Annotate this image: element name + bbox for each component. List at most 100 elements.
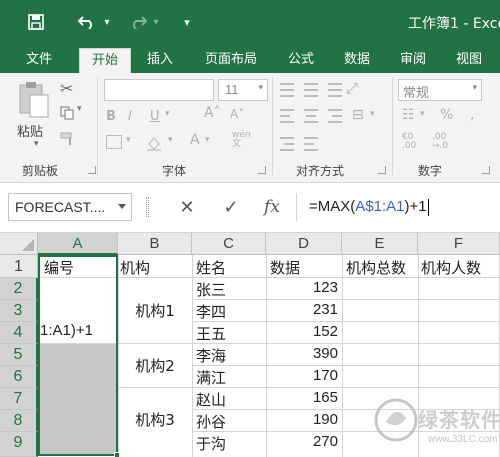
tab-formulas[interactable]: 公式 <box>278 48 324 73</box>
row-header-7[interactable]: 7 <box>0 388 38 410</box>
font-color-icon[interactable]: A <box>190 132 200 148</box>
cell-c4[interactable]: 王五 <box>196 323 226 344</box>
cell-c1[interactable]: 姓名 <box>196 257 226 278</box>
row-header-3[interactable]: 3 <box>0 300 38 322</box>
insert-function-icon[interactable]: fx <box>259 193 285 221</box>
select-all-button[interactable] <box>0 233 38 255</box>
column-header-e[interactable]: E <box>342 233 418 255</box>
cell-c2[interactable]: 张三 <box>196 279 226 300</box>
copy-dropdown-icon[interactable]: ▾ <box>77 104 82 114</box>
column-header-b[interactable]: B <box>118 233 192 255</box>
merge-center-icon[interactable]: ⊟ <box>352 107 364 123</box>
row-header-1[interactable]: 1 <box>0 255 38 278</box>
customize-toolbar-icon[interactable]: ▾ <box>180 8 194 36</box>
vertical-align-icons[interactable] <box>280 81 380 101</box>
row-header-4[interactable]: 4 <box>0 322 38 344</box>
cell-c6[interactable]: 满江 <box>196 367 226 388</box>
decrease-font-icon[interactable]: A˅ <box>230 107 244 121</box>
cancel-icon[interactable]: ✕ <box>174 193 200 221</box>
indent-icons[interactable] <box>280 135 340 153</box>
redo-icon[interactable] <box>126 8 150 36</box>
tab-insert[interactable]: 插入 <box>136 48 184 73</box>
undo-icon[interactable] <box>74 8 100 36</box>
paste-icon[interactable] <box>16 79 50 119</box>
underline-icon[interactable]: U <box>150 109 160 124</box>
cut-icon[interactable]: ✂ <box>60 79 73 98</box>
horizontal-align-icons[interactable] <box>280 107 344 125</box>
paste-dropdown-icon[interactable]: ▾ <box>34 139 39 149</box>
font-color-dropdown-icon[interactable]: ▾ <box>205 135 210 145</box>
comma-style-icon[interactable]: , <box>470 107 474 123</box>
row-header-6[interactable]: 6 <box>0 366 38 388</box>
format-painter-icon[interactable] <box>60 131 76 145</box>
borders-icon[interactable] <box>106 135 122 149</box>
cell-e1[interactable]: 机构总数 <box>346 257 406 278</box>
accounting-format-icon[interactable]: ☷ <box>402 107 415 123</box>
merge-dropdown-icon[interactable]: ▾ <box>370 109 375 119</box>
cell-d6[interactable]: 170 <box>268 367 338 384</box>
accounting-dropdown-icon[interactable]: ▾ <box>420 109 425 119</box>
copy-icon[interactable] <box>60 105 74 120</box>
column-header-f[interactable]: F <box>418 233 500 255</box>
tab-data[interactable]: 数据 <box>334 48 380 73</box>
cell-b1[interactable]: 机构 <box>120 257 150 278</box>
cell-c9[interactable]: 于沟 <box>196 433 226 454</box>
formula-input[interactable]: =MAX(A$1:A1)+1 <box>296 193 500 221</box>
row-header-5[interactable]: 5 <box>0 344 38 366</box>
row-header-2[interactable]: 2 <box>0 278 38 300</box>
fill-color-dropdown-icon[interactable]: ▾ <box>168 135 173 145</box>
underline-dropdown-icon[interactable]: ▾ <box>165 109 170 119</box>
enter-icon[interactable]: ✓ <box>218 193 244 221</box>
redo-dropdown-icon[interactable]: ▾ <box>150 8 162 36</box>
fill-handle[interactable] <box>114 452 120 457</box>
cell-d8[interactable]: 190 <box>268 411 338 428</box>
borders-dropdown-icon[interactable]: ▾ <box>126 135 131 145</box>
tab-home[interactable]: 开始 <box>79 48 131 73</box>
undo-dropdown-icon[interactable]: ▾ <box>101 8 113 36</box>
increase-font-icon[interactable]: A˄ <box>204 105 221 121</box>
cell-org-2[interactable]: 机构2 <box>118 355 192 376</box>
cell-org-3[interactable]: 机构3 <box>118 409 192 430</box>
font-size-box[interactable]: 11 ▾ <box>218 79 268 101</box>
cell-d4[interactable]: 152 <box>268 323 338 340</box>
increase-decimal-icon[interactable]: €0.00 <box>402 133 416 151</box>
clipboard-launcher-icon[interactable] <box>88 166 96 174</box>
cell-d7[interactable]: 165 <box>268 389 338 406</box>
phonetic-icon[interactable]: wén 文 <box>232 131 251 149</box>
cell-c3[interactable]: 李四 <box>196 301 226 322</box>
italic-icon[interactable]: I <box>128 109 132 124</box>
orientation-icon[interactable]: ⤢ <box>346 79 358 97</box>
cell-c7[interactable]: 赵山 <box>196 389 226 410</box>
paste-label[interactable]: 粘贴 <box>17 121 43 140</box>
cell-d9[interactable]: 270 <box>268 433 338 450</box>
font-launcher-icon[interactable] <box>258 166 266 174</box>
name-box[interactable]: FORECAST.... <box>8 193 132 221</box>
cell-d5[interactable]: 390 <box>268 345 338 362</box>
alignment-launcher-icon[interactable] <box>378 166 386 174</box>
bold-icon[interactable]: B <box>106 109 116 124</box>
cell-c8[interactable]: 孙谷 <box>196 411 226 432</box>
cell-org-1[interactable]: 机构1 <box>118 300 192 321</box>
formula-bar-grip[interactable] <box>146 197 149 217</box>
row-header-9[interactable]: 9 <box>0 432 38 457</box>
cell-d3[interactable]: 231 <box>268 301 338 318</box>
row-header-8[interactable]: 8 <box>0 410 38 432</box>
tab-review[interactable]: 审阅 <box>390 48 436 73</box>
cell-d2[interactable]: 123 <box>268 279 338 296</box>
decrease-decimal-icon[interactable]: .00 →.0 <box>432 133 448 151</box>
percent-icon[interactable]: % <box>440 107 453 123</box>
save-icon[interactable] <box>22 8 50 36</box>
tab-view[interactable]: 视图 <box>446 48 492 73</box>
cell-f1[interactable]: 机构人数 <box>421 257 481 278</box>
number-format-box[interactable]: 常规 ▾ <box>398 79 482 101</box>
cell-d1[interactable]: 数据 <box>270 257 300 278</box>
number-launcher-icon[interactable] <box>482 166 490 174</box>
tab-page-layout[interactable]: 页面布局 <box>195 48 267 73</box>
tab-file[interactable]: 文件 <box>14 48 64 73</box>
column-header-a[interactable]: A <box>38 233 118 255</box>
column-header-c[interactable]: C <box>192 233 266 255</box>
name-box-dropdown-icon[interactable] <box>118 204 126 209</box>
font-name-box[interactable] <box>104 79 214 101</box>
fill-color-icon[interactable] <box>146 135 162 151</box>
cell-c5[interactable]: 李海 <box>196 345 226 366</box>
